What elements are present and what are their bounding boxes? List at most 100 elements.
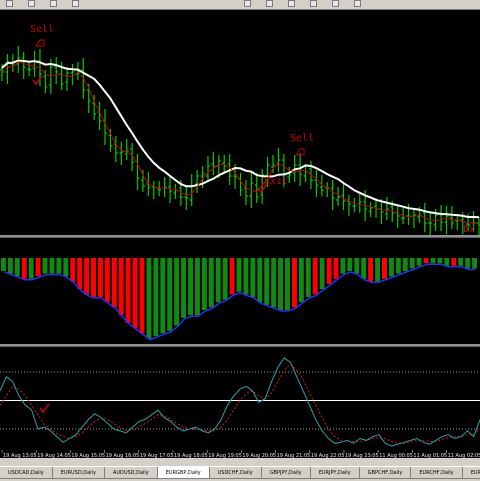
time-axis-label: 19 Aug 15:05	[71, 453, 105, 458]
price-bar	[162, 177, 167, 197]
sell-arrow-icon	[35, 39, 45, 47]
macd-histogram-bar	[42, 258, 48, 274]
macd-histogram-bar	[49, 258, 55, 274]
macd-histogram-bar	[188, 258, 193, 316]
macd-histogram-bar	[132, 258, 138, 329]
price-bar	[314, 170, 319, 197]
macd-histogram-bar	[451, 258, 457, 266]
macd-histogram-bar	[375, 258, 381, 282]
price-bar	[27, 61, 32, 76]
price-bar	[395, 205, 400, 228]
price-bar	[336, 187, 341, 206]
time-axis-label: 19 Aug 17:05	[140, 453, 174, 458]
macd-histogram-bar	[236, 258, 242, 292]
macd-histogram-bar	[77, 258, 83, 290]
period-icon[interactable]	[310, 0, 317, 7]
macd-histogram-bar	[160, 258, 166, 334]
indicator-icon[interactable]	[332, 0, 339, 7]
price-bar	[428, 211, 433, 235]
price-bar	[135, 154, 140, 190]
macd-histogram-bar	[395, 258, 401, 274]
tab-audusd[interactable]: AUDUSD,Daily	[104, 467, 158, 479]
macd-histogram-bar	[361, 258, 367, 279]
price-bar	[411, 209, 416, 228]
macd-histogram-bar	[104, 258, 110, 303]
macd-histogram-bar	[437, 258, 443, 264]
macd-histogram-bar	[465, 258, 471, 269]
macd-histogram-bar	[347, 258, 353, 271]
price-bar	[330, 180, 335, 210]
macd-histogram-bar	[319, 258, 325, 290]
tab-eurchf[interactable]: EURCHF,Daily	[411, 467, 463, 479]
tab-euraud[interactable]: EURAUD,Daily	[462, 467, 480, 479]
time-axis-label: 19 Aug 20:05	[242, 453, 276, 458]
macd-histogram-bar	[257, 258, 263, 303]
macd-histogram-bar	[84, 258, 90, 295]
arrow-icon[interactable]	[72, 0, 79, 7]
signal-label-exit-2: Ex	[463, 224, 475, 235]
time-axis-label: 11 Aug 02:05	[448, 453, 480, 458]
time-axis-label: 11 Aug 01:05	[413, 453, 447, 458]
macd-histogram-bar	[56, 258, 62, 274]
macd-histogram-bar	[167, 258, 173, 331]
line-icon[interactable]	[266, 0, 273, 7]
macd-histogram-bar	[264, 258, 270, 305]
macd-histogram-bar	[118, 258, 124, 316]
macd-histogram-bar	[97, 258, 103, 297]
macd-histogram-bar	[181, 258, 187, 318]
macd-histogram-bar	[174, 258, 180, 326]
time-axis-label: 19 Aug 14:05	[37, 453, 71, 458]
price-bar	[449, 206, 454, 229]
price-bar	[184, 187, 189, 210]
price-bar	[173, 184, 178, 199]
macd-histogram-bar	[298, 258, 304, 303]
price-bar	[195, 170, 200, 193]
macd-histogram-bar	[208, 258, 214, 308]
tab-usdcad[interactable]: USDCAD,Daily	[0, 467, 53, 479]
macd-histogram-bar	[215, 258, 221, 303]
tab-eurusd[interactable]: EURUSD,Daily	[52, 467, 105, 479]
new-chart-icon[interactable]	[6, 0, 13, 7]
macd-histogram-bar	[382, 258, 387, 279]
macd-histogram-bar	[278, 258, 284, 310]
zoom-out-icon[interactable]	[50, 0, 57, 7]
price-bar	[211, 152, 216, 175]
price-bar	[341, 183, 346, 210]
tab-gbpchf[interactable]: GBPCHF,Daily	[359, 467, 412, 479]
navigator-icon[interactable]	[354, 0, 361, 7]
time-axis-label: 19 Aug 22:05	[311, 453, 345, 458]
macd-histogram-bar	[125, 258, 131, 323]
macd-histogram-bar	[222, 258, 228, 300]
macd-histogram-bar	[444, 258, 450, 266]
price-bar	[119, 142, 124, 165]
time-axis-label: 19 Aug 18:05	[174, 453, 208, 458]
tab-gbpjpy[interactable]: GBPJPY,Daily	[261, 467, 311, 479]
price-bar	[303, 165, 308, 182]
price-bar	[238, 173, 243, 196]
tab-usdchf[interactable]: USDCHF,Daily	[209, 467, 262, 479]
crosshair-icon[interactable]	[244, 0, 251, 7]
chart-window[interactable]: Sell Sell Exit Ex 19 Aug 13:05 19 Aug 14:05 1…	[0, 10, 480, 458]
macd-histogram-bar	[312, 258, 318, 295]
price-bar	[65, 67, 70, 91]
macd-histogram-bar	[146, 258, 152, 339]
time-axis-label: 19 Aug 16:05	[106, 453, 140, 458]
text-icon[interactable]	[288, 0, 295, 7]
price-bar	[21, 52, 26, 79]
macd-histogram-bar	[1, 258, 6, 271]
signal-label-exit-1: Exit	[264, 176, 288, 187]
macd-histogram-bar	[423, 258, 429, 264]
price-bar	[243, 180, 248, 205]
zoom-in-icon[interactable]	[28, 0, 35, 7]
tab-eurgbp[interactable]: EURGBP,Daily	[157, 467, 210, 479]
macd-histogram-bar	[430, 258, 436, 264]
price-bar	[357, 192, 362, 213]
fast-moving-average	[1, 61, 480, 225]
price-bar	[325, 182, 330, 197]
macd-histogram-bar	[194, 258, 200, 316]
macd-histogram-bar	[333, 258, 339, 279]
macd-histogram-bar	[326, 258, 332, 284]
tab-eurjpy[interactable]: EURJPY,Daily	[310, 467, 360, 479]
price-bar	[379, 199, 384, 224]
macd-histogram-bar	[63, 258, 69, 277]
